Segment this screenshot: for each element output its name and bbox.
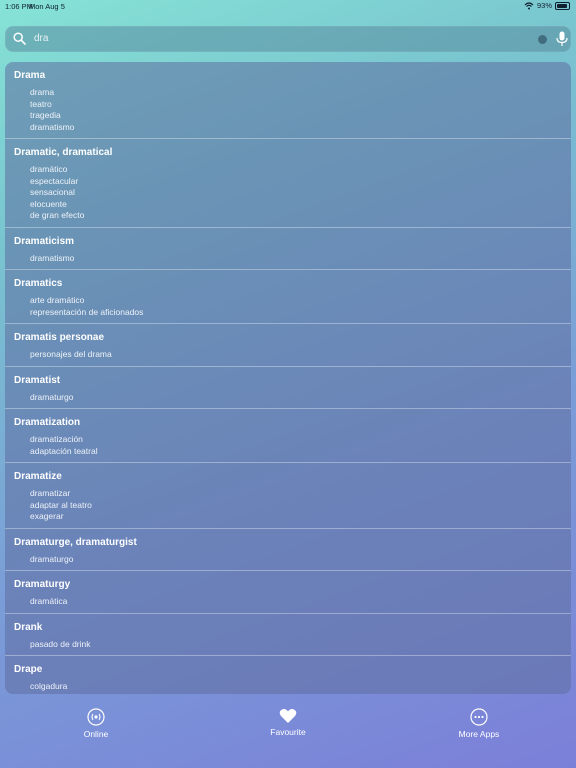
result-entry[interactable]: Drank pasado de drink bbox=[5, 614, 571, 656]
result-translation: sensacional bbox=[30, 187, 75, 197]
result-entry[interactable]: Dramatize dramatizar adaptar al teatro exag… bbox=[5, 463, 571, 529]
result-translation: dramatización bbox=[30, 434, 83, 444]
result-term: Dramaturgy bbox=[14, 579, 71, 590]
status-date: Mon Aug 5 bbox=[29, 2, 65, 11]
result-entry[interactable]: Dramaturgy dramática bbox=[5, 571, 571, 614]
search-input[interactable]: dra bbox=[34, 33, 48, 44]
result-entry[interactable]: Drama drama teatro tragedia dramatismo bbox=[5, 62, 571, 139]
result-entry[interactable]: Dramatization dramatización adaptación tea… bbox=[5, 409, 571, 463]
result-translation: adaptación teatral bbox=[30, 445, 98, 456]
result-entry[interactable]: Drapecolgaduracortinasadornar con colgad… bbox=[5, 656, 571, 694]
result-translation: espectacular bbox=[30, 175, 79, 186]
status-right: 93% bbox=[524, 1, 570, 10]
result-translation: dramatismo bbox=[30, 121, 75, 132]
tab-more-apps[interactable]: More Apps bbox=[434, 708, 524, 739]
result-term: Dramaticism bbox=[14, 235, 75, 247]
result-term: Dramatist bbox=[14, 374, 61, 386]
result-translation: arte dramático bbox=[30, 295, 85, 305]
result-translation: de gran efecto bbox=[30, 210, 85, 220]
microphone-icon[interactable] bbox=[556, 31, 568, 47]
result-term: Dramatics bbox=[14, 278, 63, 289]
more-icon bbox=[470, 708, 488, 726]
result-translation: drama bbox=[30, 87, 55, 97]
result-term: Dramatis personae bbox=[14, 332, 105, 343]
result-translation: dramaturgo bbox=[30, 391, 74, 402]
result-term: Dramaturge, dramaturgist bbox=[14, 536, 137, 548]
result-translation: tragedia bbox=[30, 110, 61, 120]
result-translation: dramatismo bbox=[30, 252, 75, 263]
result-term: Dramatic, dramatical bbox=[14, 147, 113, 158]
result-entry[interactable]: Dramaturge, dramaturgist dramaturgo bbox=[5, 529, 571, 571]
online-icon bbox=[87, 708, 105, 726]
heart-icon bbox=[279, 709, 297, 723]
result-translation: exagerar bbox=[30, 511, 64, 521]
tab-favourite-label: Favourite bbox=[270, 727, 306, 737]
result-term: Drank bbox=[14, 621, 43, 633]
battery-icon bbox=[555, 1, 570, 10]
battery-percent: 93% bbox=[536, 1, 552, 10]
result-translation: teatro bbox=[30, 98, 52, 109]
status-bar: 1:06 PM Mon Aug 5 93% bbox=[0, 0, 576, 12]
result-translation: elocuente bbox=[30, 198, 67, 209]
result-translation: colgadura bbox=[30, 681, 68, 691]
result-term: Drape bbox=[14, 664, 43, 675]
result-term: Dramatize bbox=[14, 471, 62, 482]
result-translation: dramática bbox=[30, 596, 68, 606]
result-translation: adaptar al teatro bbox=[30, 499, 92, 510]
result-translation: cortinas bbox=[14, 693, 571, 695]
result-translation: dramatizar bbox=[30, 488, 71, 498]
result-entry[interactable]: Dramatic, dramatical dramático espectacula… bbox=[5, 139, 571, 228]
result-term: Drama bbox=[14, 70, 46, 81]
result-translation: representación de aficionados bbox=[30, 306, 144, 317]
result-term: Dramatization bbox=[14, 417, 81, 428]
result-entry[interactable]: Dramatis personae personajes del drama bbox=[5, 324, 571, 367]
results-list[interactable]: Drama drama teatro tragedia dramatismo Dramat… bbox=[5, 62, 571, 694]
tab-more-apps-label: More Apps bbox=[458, 729, 500, 739]
tab-online[interactable]: Online bbox=[51, 708, 141, 739]
result-translation: pasado de drink bbox=[30, 638, 91, 649]
result-entry[interactable]: Dramatics arte dramático representación de… bbox=[5, 270, 571, 324]
clear-icon[interactable] bbox=[538, 35, 547, 44]
result-translation: dramático bbox=[30, 164, 68, 174]
search-bar[interactable]: dra bbox=[5, 26, 571, 52]
result-translation: dramaturgo bbox=[30, 553, 74, 564]
result-entry[interactable]: Dramaticism dramatismo bbox=[5, 228, 571, 270]
battery-fill bbox=[557, 3, 568, 8]
result-entry[interactable]: Dramatist dramaturgo bbox=[5, 367, 571, 409]
tab-bar: Online Favourite More Apps bbox=[0, 700, 576, 768]
wifi-icon bbox=[524, 1, 534, 9]
search-icon bbox=[13, 32, 26, 45]
tab-favourite[interactable]: Favourite bbox=[243, 708, 333, 737]
result-translation: personajes del drama bbox=[30, 349, 112, 359]
tab-online-label: Online bbox=[83, 729, 109, 739]
